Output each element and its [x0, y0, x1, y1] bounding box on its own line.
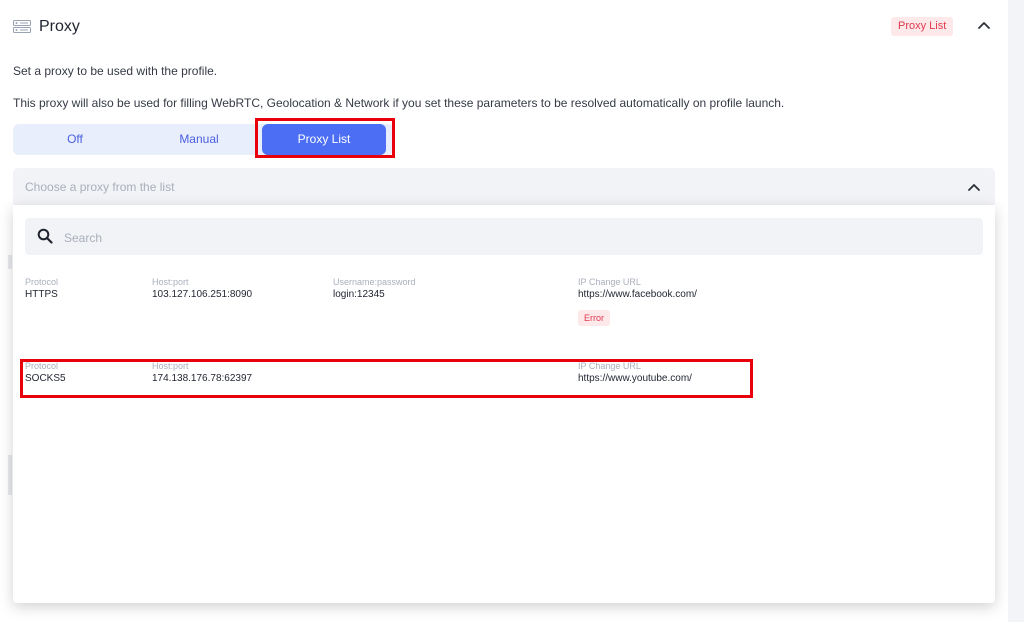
- proxy-mode-switch: Off Manual Proxy List: [13, 124, 394, 155]
- protocol-label: Protocol: [25, 361, 59, 371]
- ip-change-label: IP Change URL: [578, 277, 641, 287]
- chevron-up-icon[interactable]: [967, 181, 981, 193]
- background-edge: [8, 455, 12, 495]
- proxy-type-badge: Proxy List: [891, 17, 954, 36]
- protocol-label: Protocol: [25, 277, 59, 287]
- ip-change-cell: IP Change URL https://www.facebook.com/ …: [578, 277, 697, 326]
- mode-manual-tab[interactable]: Manual: [137, 124, 261, 155]
- host-label: Host:port: [152, 277, 189, 287]
- server-icon: [13, 20, 31, 33]
- host-cell: Host:port 174.138.176.78:62397: [152, 361, 252, 385]
- proxy-select-placeholder: Choose a proxy from the list: [25, 180, 175, 194]
- host-cell: Host:port 103.127.106.251:8090: [152, 277, 252, 301]
- credentials-value: login:12345: [333, 289, 385, 300]
- protocol-cell: Protocol HTTPS: [25, 277, 58, 301]
- ip-change-label: IP Change URL: [578, 361, 641, 371]
- search-input[interactable]: [62, 218, 966, 257]
- ip-change-cell: IP Change URL https://www.youtube.com/: [578, 361, 692, 385]
- description-line-2: This proxy will also be used for filling…: [13, 96, 785, 110]
- background-edge: [8, 255, 12, 269]
- section-title: Proxy: [39, 18, 80, 35]
- description-line-1: Set a proxy to be used with the profile.: [13, 64, 218, 78]
- proxy-section-header: Proxy: [13, 14, 80, 40]
- search-box: [25, 218, 983, 257]
- host-value: 174.138.176.78:62397: [152, 373, 253, 384]
- proxy-row[interactable]: Protocol HTTPS Host:port 103.127.106.251…: [13, 277, 995, 339]
- credentials-cell: Username:password login:12345: [333, 277, 416, 301]
- ip-change-value: https://www.facebook.com/: [578, 289, 697, 300]
- proxy-dropdown: Protocol HTTPS Host:port 103.127.106.251…: [13, 205, 995, 603]
- mode-off-tab[interactable]: Off: [13, 124, 137, 155]
- collapse-chevron-up-icon[interactable]: [976, 18, 992, 32]
- search-icon: [37, 228, 53, 244]
- protocol-value: HTTPS: [25, 289, 58, 300]
- ip-change-value: https://www.youtube.com/: [578, 373, 692, 384]
- status-badge: Error: [578, 310, 610, 326]
- host-value: 103.127.106.251:8090: [152, 289, 253, 300]
- protocol-cell: Protocol SOCKS5: [25, 361, 66, 385]
- proxy-row[interactable]: Protocol SOCKS5 Host:port 174.138.176.78…: [13, 361, 995, 401]
- proxy-select[interactable]: Choose a proxy from the list: [13, 168, 995, 205]
- credentials-label: Username:password: [333, 277, 416, 287]
- host-label: Host:port: [152, 361, 189, 371]
- proxy-panel: Proxy Proxy List Set a proxy to be used …: [0, 0, 1008, 622]
- protocol-value: SOCKS5: [25, 373, 66, 384]
- mode-proxy-list-tab[interactable]: Proxy List: [262, 124, 386, 155]
